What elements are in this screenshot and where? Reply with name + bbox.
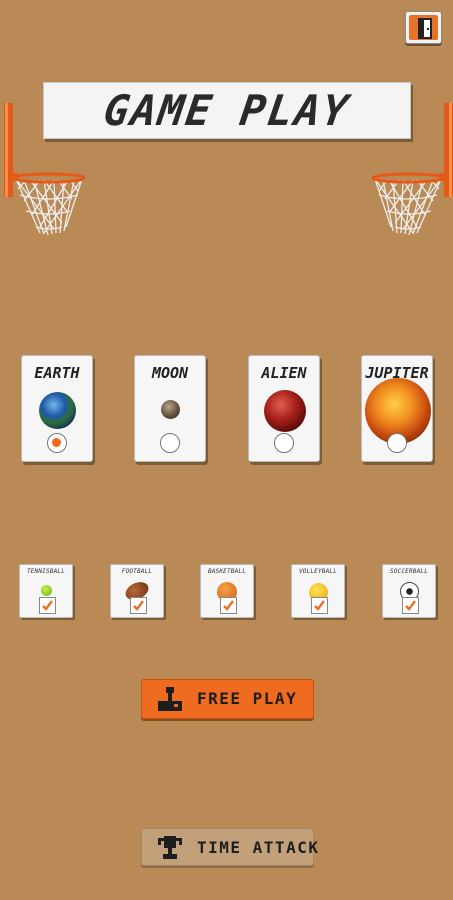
planet-label: MOON <box>151 364 189 382</box>
ball-card-basketball[interactable]: BASKETBALL <box>200 564 254 618</box>
alien-planet-icon <box>264 390 306 432</box>
ball-label: SOCCERBALL <box>389 568 429 575</box>
free-play-button[interactable]: FREE PLAY <box>141 679 314 719</box>
planet-radio-earth[interactable] <box>47 433 67 453</box>
ball-card-soccerball[interactable]: SOCCERBALL <box>382 564 436 618</box>
checkmark-icon <box>42 600 53 611</box>
exit-door-icon <box>418 18 432 39</box>
planet-card-moon[interactable]: MOON <box>134 355 206 462</box>
ball-checkbox-soccerball[interactable] <box>402 597 419 614</box>
ball-card-tennisball[interactable]: TENNISBALL <box>19 564 73 618</box>
planet-label: ALIEN <box>261 364 307 382</box>
time-attack-label: TIME ATTACK <box>197 838 320 857</box>
tennisball-icon <box>41 585 52 596</box>
checkmark-icon <box>133 600 144 611</box>
planet-card-alien[interactable]: ALIEN <box>248 355 320 462</box>
ball-card-football[interactable]: FOOTBALL <box>110 564 164 618</box>
ball-label: BASKETBALL <box>207 568 247 575</box>
ball-card-volleyball[interactable]: VOLLEYBALL <box>291 564 345 618</box>
page-title: GAME PLAY <box>100 86 354 135</box>
checkmark-icon <box>223 600 234 611</box>
ball-checkbox-tennisball[interactable] <box>39 597 56 614</box>
ball-checkbox-football[interactable] <box>130 597 147 614</box>
checkmark-icon <box>314 600 325 611</box>
planet-label: EARTH <box>34 364 80 382</box>
planet-card-jupiter[interactable]: JUPITER <box>361 355 433 462</box>
planet-radio-jupiter[interactable] <box>387 433 407 453</box>
checkmark-icon <box>405 600 416 611</box>
ball-checkbox-volleyball[interactable] <box>311 597 328 614</box>
planet-card-earth[interactable]: EARTH <box>21 355 93 462</box>
ball-label: FOOTBALL <box>121 568 153 575</box>
ball-checkbox-basketball[interactable] <box>220 597 237 614</box>
ball-label: VOLLEYBALL <box>298 568 338 575</box>
title-banner: GAME PLAY <box>43 82 411 139</box>
moon-planet-icon <box>161 400 180 419</box>
exit-button[interactable] <box>405 11 442 44</box>
free-play-label: FREE PLAY <box>197 689 298 708</box>
trophy-icon <box>158 836 182 859</box>
time-attack-button[interactable]: TIME ATTACK <box>141 828 318 866</box>
joystick-icon <box>158 687 182 711</box>
planet-radio-moon[interactable] <box>160 433 180 453</box>
ball-label: TENNISBALL <box>26 568 66 575</box>
earth-planet-icon <box>39 392 76 429</box>
planet-radio-alien[interactable] <box>274 433 294 453</box>
